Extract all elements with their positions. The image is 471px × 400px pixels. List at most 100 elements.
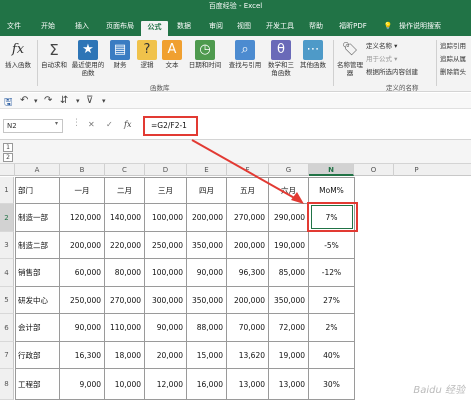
- text-button[interactable]: A 文本: [161, 40, 183, 69]
- select-all-corner[interactable]: [0, 164, 15, 176]
- table-cell[interactable]: 100,000: [145, 204, 187, 232]
- mom-cell[interactable]: 2%: [309, 314, 355, 342]
- table-header-cell[interactable]: 一月: [60, 177, 105, 204]
- fx-icon[interactable]: fx: [124, 120, 131, 129]
- lightbulb-icon[interactable]: 💡: [382, 20, 394, 34]
- mom-cell[interactable]: 30%: [309, 369, 355, 400]
- row-header[interactable]: 5: [0, 287, 14, 314]
- table-cell[interactable]: 16,000: [187, 369, 227, 400]
- use-in-formula-button[interactable]: 用于公式 ▾: [366, 54, 397, 64]
- table-cell[interactable]: 13,620: [227, 342, 269, 369]
- redo-icon[interactable]: ↷: [44, 95, 52, 106]
- table-cell[interactable]: 100,000: [145, 259, 187, 287]
- table-cell[interactable]: 13,000: [227, 369, 269, 400]
- table-cell[interactable]: 销售部: [15, 259, 60, 287]
- tab-home[interactable]: 开始: [38, 20, 58, 34]
- table-cell[interactable]: 20,000: [145, 342, 187, 369]
- row-header[interactable]: 4: [0, 259, 14, 287]
- table-cell[interactable]: 350,000: [187, 232, 227, 259]
- table-cell[interactable]: 200,000: [60, 232, 105, 259]
- column-header[interactable]: G: [269, 164, 309, 176]
- table-cell[interactable]: 13,000: [269, 369, 309, 400]
- table-cell[interactable]: 70,000: [227, 314, 269, 342]
- table-cell[interactable]: 80,000: [105, 259, 145, 287]
- table-header-cell[interactable]: 二月: [105, 177, 145, 204]
- row-header[interactable]: 1: [0, 177, 14, 204]
- tab-formulas[interactable]: 公式: [141, 21, 168, 36]
- table-cell[interactable]: 88,000: [187, 314, 227, 342]
- table-cell[interactable]: 200,000: [227, 232, 269, 259]
- customize-qat-icon[interactable]: ▾: [102, 97, 106, 105]
- table-header-cell[interactable]: 四月: [187, 177, 227, 204]
- table-cell[interactable]: 200,000: [227, 287, 269, 314]
- table-cell[interactable]: 250,000: [60, 287, 105, 314]
- table-cell[interactable]: 110,000: [105, 314, 145, 342]
- table-cell[interactable]: 120,000: [60, 204, 105, 232]
- row-header[interactable]: 6: [0, 314, 14, 342]
- table-cell[interactable]: 300,000: [145, 287, 187, 314]
- table-cell[interactable]: 270,000: [227, 204, 269, 232]
- table-header-cell[interactable]: 部门: [15, 177, 60, 204]
- table-cell[interactable]: 12,000: [145, 369, 187, 400]
- table-cell[interactable]: 250,000: [145, 232, 187, 259]
- row-header[interactable]: 7: [0, 342, 14, 369]
- tab-view[interactable]: 视图: [234, 20, 254, 34]
- mom-cell[interactable]: 40%: [309, 342, 355, 369]
- table-cell[interactable]: 16,300: [60, 342, 105, 369]
- cancel-icon[interactable]: ✕: [88, 120, 95, 129]
- table-cell[interactable]: 工程部: [15, 369, 60, 400]
- tab-insert[interactable]: 插入: [72, 20, 92, 34]
- column-header[interactable]: A: [15, 164, 60, 176]
- table-cell[interactable]: 290,000: [269, 204, 309, 232]
- table-cell[interactable]: 200,000: [187, 204, 227, 232]
- column-header-selected[interactable]: N: [309, 164, 354, 176]
- table-cell[interactable]: 90,000: [60, 314, 105, 342]
- undo-icon[interactable]: ↶: [20, 95, 28, 106]
- mom-cell[interactable]: -12%: [309, 259, 355, 287]
- recently-used-button[interactable]: ★ 最近使用的函数: [70, 40, 106, 77]
- table-cell[interactable]: 研发中心: [15, 287, 60, 314]
- name-box-dropdown-icon[interactable]: ▾: [55, 120, 58, 127]
- table-cell[interactable]: 19,000: [269, 342, 309, 369]
- tell-me-search[interactable]: 操作说明搜索: [396, 20, 444, 34]
- enter-icon[interactable]: ✓: [106, 120, 113, 129]
- more-functions-button[interactable]: ⋯ 其他函数: [298, 40, 328, 69]
- table-cell[interactable]: 行政部: [15, 342, 60, 369]
- table-header-cell[interactable]: 五月: [227, 177, 269, 204]
- table-cell[interactable]: 350,000: [187, 287, 227, 314]
- table-cell[interactable]: 140,000: [105, 204, 145, 232]
- column-header[interactable]: B: [60, 164, 105, 176]
- outline-level-2-button[interactable]: 2: [3, 153, 13, 162]
- tab-help[interactable]: 帮助: [306, 20, 326, 34]
- tab-data[interactable]: 数据: [174, 20, 194, 34]
- mom-cell[interactable]: -5%: [309, 232, 355, 259]
- tab-foxit-pdf[interactable]: 福昕PDF: [334, 20, 372, 34]
- table-cell[interactable]: 220,000: [105, 232, 145, 259]
- tab-file[interactable]: 文件: [4, 20, 24, 34]
- column-header[interactable]: O: [354, 164, 394, 176]
- create-from-selection-button[interactable]: 根据所选内容创建: [366, 67, 418, 77]
- table-header-cell[interactable]: 三月: [145, 177, 187, 204]
- date-time-button[interactable]: ◷ 日期和时间: [186, 40, 224, 69]
- table-cell[interactable]: 350,000: [269, 287, 309, 314]
- table-header-cell[interactable]: 六月: [269, 177, 309, 204]
- table-header-cell[interactable]: MoM%: [309, 177, 355, 204]
- financial-button[interactable]: ▤ 财务: [110, 40, 130, 69]
- table-cell[interactable]: 9,000: [60, 369, 105, 400]
- table-cell[interactable]: 72,000: [269, 314, 309, 342]
- table-cell[interactable]: 270,000: [105, 287, 145, 314]
- remove-arrows-button[interactable]: 删除箭头: [440, 67, 466, 77]
- name-box[interactable]: N2: [3, 119, 63, 133]
- column-header[interactable]: C: [105, 164, 145, 176]
- autosum-button[interactable]: Σ 自动求和: [40, 40, 68, 69]
- sort-icon[interactable]: ⇵: [60, 95, 68, 106]
- trace-dependents-button[interactable]: 追踪从属: [440, 54, 466, 64]
- undo-dropdown-icon[interactable]: ▾: [34, 97, 38, 105]
- table-cell[interactable]: 10,000: [105, 369, 145, 400]
- table-cell[interactable]: 制造一部: [15, 204, 60, 232]
- table-cell[interactable]: 190,000: [269, 232, 309, 259]
- math-trig-button[interactable]: θ 数学和三角函数: [266, 40, 296, 77]
- column-header[interactable]: P: [394, 164, 439, 176]
- filter-icon[interactable]: ⊽: [86, 95, 93, 106]
- column-header[interactable]: F: [227, 164, 269, 176]
